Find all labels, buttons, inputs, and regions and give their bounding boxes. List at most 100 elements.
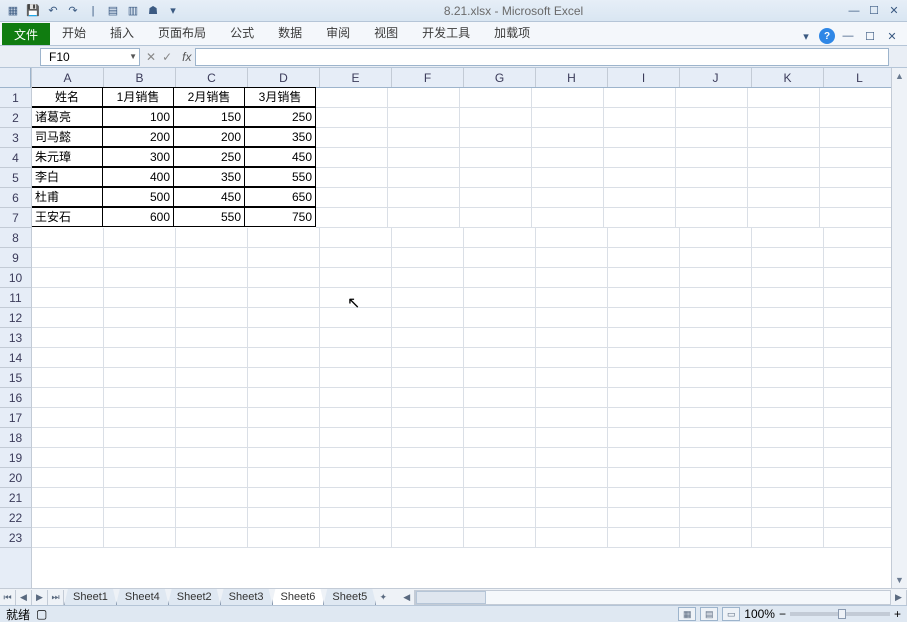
cell[interactable]: 150 — [173, 107, 245, 127]
new-icon[interactable]: ▤ — [104, 2, 122, 20]
cell[interactable] — [824, 528, 896, 548]
cell[interactable] — [824, 288, 896, 308]
restore-icon[interactable]: ☐ — [865, 2, 883, 20]
cell[interactable] — [32, 248, 104, 268]
cell[interactable] — [176, 508, 248, 528]
scroll-up-icon[interactable]: ▲ — [892, 68, 907, 84]
cell[interactable] — [316, 168, 388, 188]
cell[interactable] — [608, 388, 680, 408]
cell[interactable] — [536, 528, 608, 548]
row-header[interactable]: 8 — [0, 228, 31, 248]
cell[interactable] — [32, 368, 104, 388]
cell[interactable] — [104, 408, 176, 428]
cell[interactable] — [392, 288, 464, 308]
cell[interactable] — [536, 488, 608, 508]
cell[interactable] — [604, 128, 676, 148]
cell[interactable] — [536, 288, 608, 308]
accept-formula-icon[interactable]: ✓ — [162, 50, 172, 64]
select-all-corner[interactable] — [0, 68, 31, 88]
cell[interactable] — [536, 268, 608, 288]
column-header[interactable]: D — [248, 68, 320, 87]
cell[interactable] — [32, 308, 104, 328]
print-icon[interactable]: ☗ — [144, 2, 162, 20]
cell[interactable] — [536, 508, 608, 528]
cell[interactable] — [104, 468, 176, 488]
tab-formulas[interactable]: 公式 — [218, 20, 266, 45]
cell[interactable] — [752, 248, 824, 268]
row-header[interactable]: 4 — [0, 148, 31, 168]
cell[interactable] — [320, 428, 392, 448]
cell[interactable] — [388, 208, 460, 228]
cell[interactable] — [752, 228, 824, 248]
cell[interactable] — [532, 88, 604, 108]
cell[interactable] — [680, 488, 752, 508]
cell[interactable] — [680, 308, 752, 328]
cell[interactable] — [752, 528, 824, 548]
cell[interactable]: 350 — [173, 167, 245, 187]
row-header[interactable]: 19 — [0, 448, 31, 468]
cell[interactable] — [316, 128, 388, 148]
cell[interactable] — [104, 268, 176, 288]
cell[interactable] — [32, 528, 104, 548]
column-header[interactable]: A — [32, 68, 104, 87]
cell[interactable] — [820, 128, 892, 148]
row-header[interactable]: 5 — [0, 168, 31, 188]
cell[interactable] — [680, 368, 752, 388]
minimize-icon[interactable]: — — [845, 2, 863, 20]
sheet-nav-last-icon[interactable]: ⏭ — [48, 590, 64, 605]
cell[interactable] — [680, 288, 752, 308]
cell[interactable] — [388, 168, 460, 188]
cell[interactable] — [824, 268, 896, 288]
cell[interactable] — [536, 468, 608, 488]
view-pagebreak-icon[interactable]: ▭ — [722, 607, 740, 621]
cell[interactable] — [32, 508, 104, 528]
cell[interactable] — [532, 148, 604, 168]
tab-review[interactable]: 审阅 — [314, 20, 362, 45]
row-header[interactable]: 15 — [0, 368, 31, 388]
cell[interactable]: 650 — [244, 187, 316, 207]
cell[interactable] — [320, 508, 392, 528]
cell[interactable] — [680, 268, 752, 288]
cell[interactable] — [824, 308, 896, 328]
cell[interactable] — [608, 328, 680, 348]
cell[interactable] — [176, 308, 248, 328]
cell[interactable]: 2月销售 — [173, 87, 245, 107]
cell[interactable] — [604, 208, 676, 228]
cell[interactable] — [464, 348, 536, 368]
cell[interactable] — [536, 448, 608, 468]
tab-addins[interactable]: 加载项 — [482, 20, 542, 45]
zoom-knob[interactable] — [838, 609, 846, 619]
cell[interactable] — [460, 88, 532, 108]
cell[interactable] — [248, 508, 320, 528]
zoom-in-icon[interactable]: + — [894, 607, 901, 621]
cell[interactable] — [32, 468, 104, 488]
cell[interactable] — [320, 528, 392, 548]
cell[interactable] — [748, 148, 820, 168]
cell[interactable] — [824, 328, 896, 348]
cell[interactable] — [176, 388, 248, 408]
cell[interactable] — [320, 348, 392, 368]
cell[interactable] — [32, 228, 104, 248]
cell[interactable] — [748, 208, 820, 228]
row-header[interactable]: 12 — [0, 308, 31, 328]
cell[interactable] — [320, 448, 392, 468]
zoom-level[interactable]: 100% — [744, 607, 775, 621]
row-header[interactable]: 21 — [0, 488, 31, 508]
cell[interactable] — [820, 188, 892, 208]
cell[interactable] — [320, 488, 392, 508]
cell[interactable] — [388, 108, 460, 128]
column-header[interactable]: E — [320, 68, 392, 87]
cell[interactable] — [604, 168, 676, 188]
zoom-slider[interactable] — [790, 612, 890, 616]
cell[interactable] — [748, 188, 820, 208]
column-header[interactable]: G — [464, 68, 536, 87]
cell[interactable] — [104, 448, 176, 468]
cell[interactable] — [464, 328, 536, 348]
cell[interactable] — [608, 448, 680, 468]
cell[interactable] — [464, 508, 536, 528]
cell[interactable] — [536, 228, 608, 248]
cell[interactable]: 750 — [244, 207, 316, 227]
cell[interactable] — [32, 388, 104, 408]
cell[interactable] — [676, 188, 748, 208]
cell[interactable] — [608, 508, 680, 528]
